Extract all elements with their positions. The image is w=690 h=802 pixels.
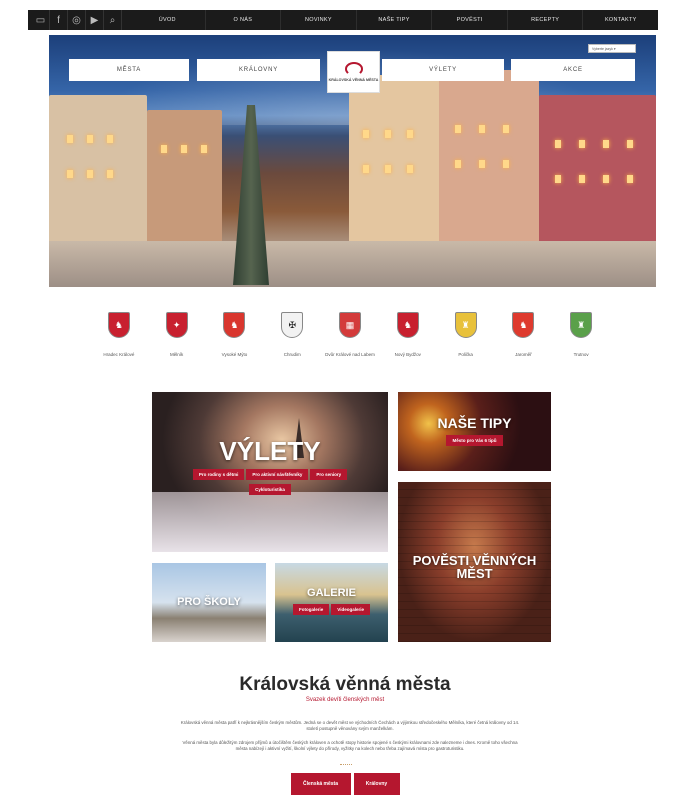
crest-shield-icon: ♞ bbox=[107, 312, 130, 338]
hero-nav-vylety[interactable]: VÝLETY bbox=[382, 59, 504, 81]
plague-column bbox=[233, 105, 269, 285]
crest-city-name: Vysoké Mýto bbox=[221, 352, 248, 357]
crest-shield-icon: ♞ bbox=[223, 312, 246, 338]
tile-vylety-title: VÝLETY bbox=[219, 435, 321, 466]
hero-nav-kralovny[interactable]: KRÁLOVNY bbox=[197, 59, 320, 81]
crest-shield-icon: ♜ bbox=[454, 312, 477, 338]
crest-city-name: Mělník bbox=[170, 352, 184, 357]
menu-item-nase-tipy[interactable]: NAŠE TIPY bbox=[357, 10, 433, 30]
bottom-buttons: Členská města Královny bbox=[0, 773, 690, 795]
menu-item-novinky[interactable]: NOVINKY bbox=[281, 10, 357, 30]
hero-nav-mesta[interactable]: MĚSTA bbox=[69, 59, 189, 81]
crest-city-name: Trutnov bbox=[573, 352, 589, 357]
crest-item[interactable]: ▦ Dvůr Králové nad Labem bbox=[321, 312, 379, 358]
crest-item[interactable]: ♞ Jaroměř bbox=[494, 312, 552, 358]
tile-povesti-title: POVĚSTI VĚNNÝCH MĚST bbox=[412, 553, 537, 581]
snow-ground bbox=[152, 492, 388, 552]
hero-banner: Vyberte jazyk ▾ MĚSTA KRÁLOVNY KRÁLOVSKÁ… bbox=[49, 35, 656, 287]
btn-fotogalerie[interactable]: Fotogalerie bbox=[293, 604, 330, 615]
crest-city-name: Polička bbox=[458, 352, 473, 357]
btn-pro-aktivni[interactable]: Pro aktivní návštěvníky bbox=[246, 468, 309, 480]
facebook-icon[interactable]: f bbox=[50, 10, 68, 30]
crest-shield-icon: ✠ bbox=[281, 312, 304, 338]
tile-pro-skoly[interactable]: PRO ŠKOLY bbox=[152, 563, 266, 642]
translate-select[interactable]: Vyberte jazyk ▾ bbox=[588, 44, 636, 53]
search-icon[interactable]: ⌕ bbox=[104, 10, 122, 30]
crest-shield-icon: ♜ bbox=[570, 312, 593, 338]
youtube-icon[interactable]: ▶ bbox=[86, 10, 104, 30]
site-logo[interactable]: KRÁLOVSKÁ VĚNNÁ MĚSTA bbox=[327, 51, 380, 93]
tile-tipy-title: NAŠE TIPY bbox=[437, 414, 512, 431]
crest-city-name: Nový Bydžov bbox=[394, 352, 421, 357]
crest-city-name: Jaroměř bbox=[515, 352, 532, 357]
btn-pro-rodiny[interactable]: Pro rodiny s dětmi bbox=[192, 468, 245, 480]
page-title: Královská věnná města bbox=[239, 674, 451, 695]
crest-item[interactable]: ♞ Hradec Králové bbox=[90, 312, 148, 358]
crest-item[interactable]: ♞ Vysoké Mýto bbox=[206, 312, 264, 358]
menu-item-povesti[interactable]: POVĚSTI bbox=[432, 10, 508, 30]
tile-nase-tipy[interactable]: NAŠE TIPY Město pro Vás 6 tipů bbox=[398, 392, 551, 471]
tile-povesti[interactable]: POVĚSTI VĚNNÝCH MĚST bbox=[398, 482, 551, 642]
tile-vylety[interactable]: VÝLETY Pro rodiny s dětmi Pro aktivní ná… bbox=[152, 392, 388, 552]
crest-shield-icon: ♞ bbox=[512, 312, 535, 338]
building bbox=[349, 75, 439, 245]
building bbox=[147, 110, 222, 245]
crest-shield-icon: ✦ bbox=[165, 312, 188, 338]
menu-item-kontakty[interactable]: KONTAKTY bbox=[583, 10, 658, 30]
hero-nav-akce[interactable]: AKCE bbox=[511, 59, 635, 81]
intro-paragraph-1: Královská věnná města patří k nejkrásněj… bbox=[180, 720, 520, 731]
crest-shield-icon: ♞ bbox=[396, 312, 419, 338]
crest-city-name: Dvůr Králové nad Labem bbox=[325, 352, 375, 357]
btn-videogalerie[interactable]: Videogalerie bbox=[331, 604, 370, 615]
main-menu: ÚVOD O NÁS NOVINKY NAŠE TIPY POVĚSTI REC… bbox=[130, 10, 658, 30]
top-navigation-bar: ▭ f ◎ ▶ ⌕ ÚVOD O NÁS NOVINKY NAŠE TIPY P… bbox=[28, 10, 658, 30]
crest-item[interactable]: ✦ Mělník bbox=[148, 312, 206, 358]
crest-item[interactable]: ✠ Chrudim bbox=[263, 312, 321, 358]
crest-item[interactable]: ♜ Trutnov bbox=[552, 312, 610, 358]
chat-icon[interactable]: ▭ bbox=[32, 10, 50, 30]
btn-cykloturistika[interactable]: Cykloturistika bbox=[249, 483, 291, 495]
building bbox=[49, 95, 147, 245]
town-square bbox=[49, 241, 656, 287]
intro-paragraph-2: Věnná města byla důležitým zdrojem příjm… bbox=[182, 740, 518, 751]
crest-item[interactable]: ♜ Polička bbox=[437, 312, 495, 358]
menu-item-uvod[interactable]: ÚVOD bbox=[130, 10, 206, 30]
instagram-icon[interactable]: ◎ bbox=[68, 10, 86, 30]
crest-city-name: Chrudim bbox=[283, 352, 301, 357]
crest-item[interactable]: ♞ Nový Bydžov bbox=[379, 312, 437, 358]
menu-item-o-nas[interactable]: O NÁS bbox=[206, 10, 282, 30]
menu-item-recepty[interactable]: RECEPTY bbox=[508, 10, 584, 30]
tile-galerie[interactable]: GALERIE Fotogalerie Videogalerie bbox=[275, 563, 388, 642]
page-subtitle: Svazek devíti členských měst bbox=[305, 697, 385, 703]
btn-mesto-pro-vas[interactable]: Město pro Vás 6 tipů bbox=[446, 434, 503, 446]
divider bbox=[340, 764, 352, 765]
tile-galerie-title: GALERIE bbox=[307, 587, 356, 599]
clenska-mesta-button[interactable]: Členská města bbox=[290, 773, 351, 795]
crest-city-name: Hradec Králové bbox=[103, 352, 135, 357]
building bbox=[439, 70, 539, 245]
crown-logo-icon bbox=[344, 61, 363, 76]
kralovny-button[interactable]: Královny bbox=[353, 773, 400, 795]
crest-shield-icon: ▦ bbox=[339, 312, 362, 338]
tile-skoly-title: PRO ŠKOLY bbox=[177, 596, 241, 608]
city-crests: ♞ Hradec Králové ✦ Mělník ♞ Vysoké Mýto ✠ Chrud… bbox=[90, 312, 610, 358]
btn-pro-seniory[interactable]: Pro seniory bbox=[310, 468, 348, 480]
building bbox=[539, 95, 656, 245]
